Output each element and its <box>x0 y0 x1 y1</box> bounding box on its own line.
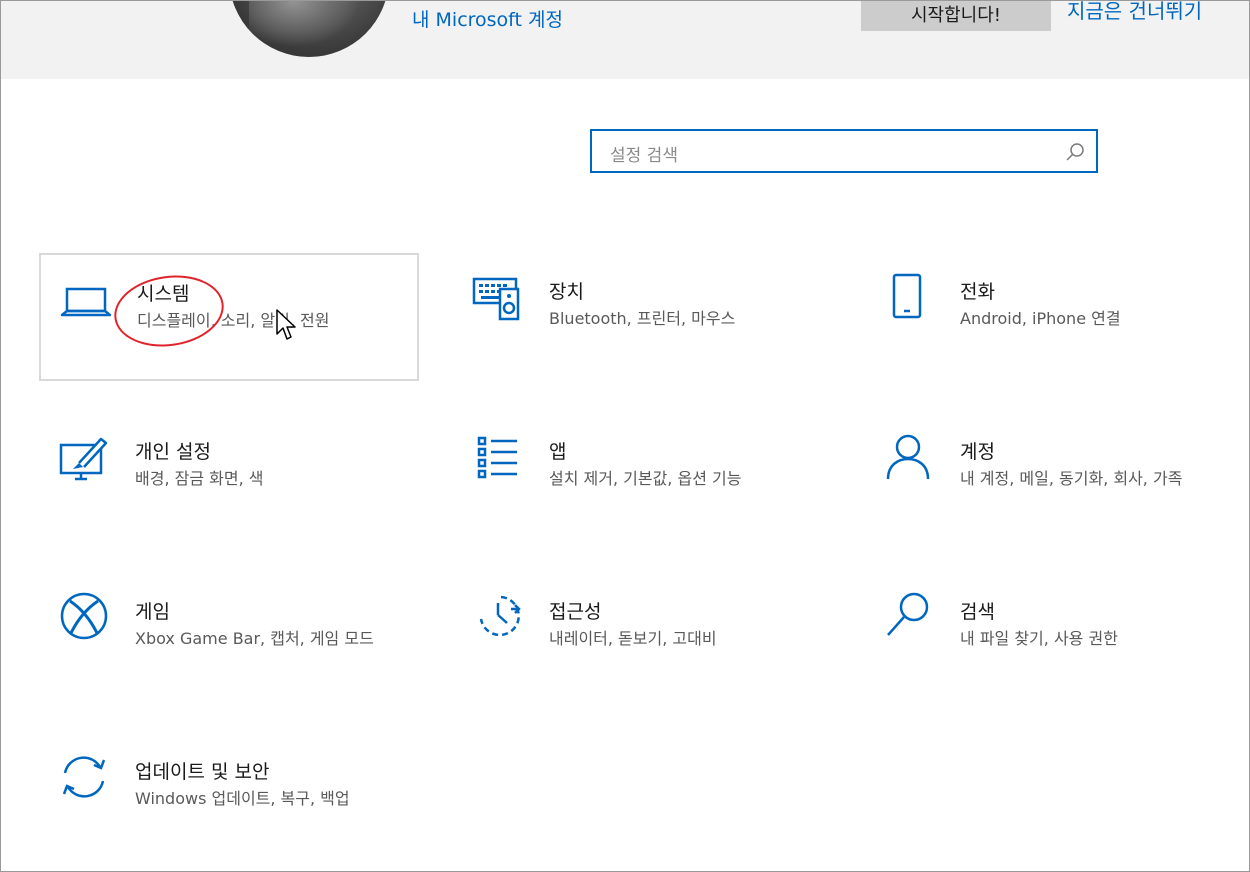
tile-description: 내레이터, 돋보기, 고대비 <box>549 629 717 648</box>
microsoft-account-link[interactable]: 내 Microsoft 계정 <box>412 5 563 32</box>
settings-window: 내 Microsoft 계정 시작합니다! 지금은 건너뛰기 설정 검색 시스템… <box>0 0 1250 872</box>
tile-title: 게임 <box>135 601 170 623</box>
tile-title: 장치 <box>549 281 584 303</box>
keyboard-speaker-icon <box>472 277 520 321</box>
tile-title: 개인 설정 <box>135 441 211 463</box>
tile-apps[interactable]: 앱 설치 제거, 기본값, 옵션 기능 <box>453 413 833 541</box>
tile-phone[interactable]: 전화 Android, iPhone 연결 <box>864 253 1244 381</box>
tile-title: 앱 <box>549 441 567 463</box>
tile-description: Android, iPhone 연결 <box>960 309 1121 328</box>
start-button[interactable]: 시작합니다! <box>861 1 1051 31</box>
tile-title: 접근성 <box>549 601 602 623</box>
person-icon <box>886 434 930 480</box>
tile-description: Bluetooth, 프린터, 마우스 <box>549 309 736 328</box>
tile-ease-of-access[interactable]: 접근성 내레이터, 돋보기, 고대비 <box>453 573 833 701</box>
user-avatar <box>229 1 389 57</box>
tile-description: 설치 제거, 기본값, 옵션 기능 <box>549 469 742 488</box>
tile-search[interactable]: 검색 내 파일 찾기, 사용 권한 <box>864 573 1244 701</box>
skip-for-now-link[interactable]: 지금은 건너뛰기 <box>1067 1 1202 24</box>
tile-gaming[interactable]: 게임 Xbox Game Bar, 캡처, 게임 모드 <box>39 573 419 701</box>
tile-devices[interactable]: 장치 Bluetooth, 프린터, 마우스 <box>453 253 833 381</box>
personalization-icon <box>59 437 108 481</box>
ease-of-access-icon <box>479 595 521 637</box>
tile-personalization[interactable]: 개인 설정 배경, 잠금 화면, 색 <box>39 413 419 541</box>
tile-description: Xbox Game Bar, 캡처, 게임 모드 <box>135 629 374 648</box>
sync-arrows-icon <box>62 756 106 798</box>
laptop-icon <box>60 287 112 317</box>
mouse-cursor-icon <box>276 309 296 340</box>
tile-description: 내 계정, 메일, 동기화, 회사, 가족 <box>960 469 1183 488</box>
tile-description: 배경, 잠금 화면, 색 <box>135 469 264 488</box>
settings-search-box[interactable]: 설정 검색 <box>590 129 1098 173</box>
xbox-icon <box>60 592 108 640</box>
apps-list-icon <box>477 436 517 479</box>
search-icon[interactable] <box>1064 141 1086 163</box>
tile-title: 계정 <box>960 441 995 463</box>
tile-title: 검색 <box>960 601 995 623</box>
tile-description: 내 파일 찾기, 사용 권한 <box>960 629 1118 648</box>
tile-update-security[interactable]: 업데이트 및 보안 Windows 업데이트, 복구, 백업 <box>39 733 419 861</box>
phone-icon <box>892 273 922 319</box>
tile-title: 업데이트 및 보안 <box>135 761 270 783</box>
tile-system[interactable]: 시스템 디스플레이, 소리, 알림, 전원 <box>39 253 419 381</box>
tile-title: 전화 <box>960 281 995 303</box>
search-placeholder: 설정 검색 <box>610 146 678 166</box>
tile-description: Windows 업데이트, 복구, 백업 <box>135 789 350 808</box>
account-header: 내 Microsoft 계정 시작합니다! 지금은 건너뛰기 <box>1 1 1249 79</box>
search-magnifier-icon <box>887 592 929 636</box>
tile-accounts[interactable]: 계정 내 계정, 메일, 동기화, 회사, 가족 <box>864 413 1244 541</box>
